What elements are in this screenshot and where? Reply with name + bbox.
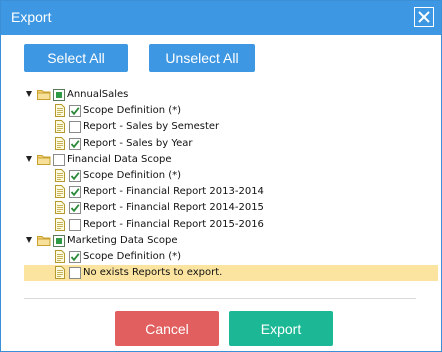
expand-toggle-icon[interactable]: [26, 237, 32, 243]
footer-divider: [24, 298, 416, 299]
document-icon: [55, 218, 65, 231]
tree-item-row[interactable]: Scope Definition (*): [24, 103, 438, 119]
tree-node-label: Marketing Data Scope: [67, 235, 178, 246]
checkmark-icon: [70, 253, 80, 262]
tree-node-label: Report - Financial Report 2013-2014: [83, 186, 264, 197]
tree-checkbox[interactable]: [69, 251, 81, 263]
expand-toggle-icon[interactable]: [26, 91, 32, 97]
title-bar: Export: [1, 1, 441, 35]
tree-node-label: Scope Definition (*): [83, 170, 182, 181]
tree-checkbox[interactable]: [69, 186, 81, 198]
tree-node-label: No exists Reports to export.: [83, 267, 223, 278]
document-icon: [55, 266, 65, 279]
tree-checkbox[interactable]: [69, 105, 81, 117]
export-dialog: Export Select All Unselect All AnnualSal…: [0, 0, 442, 352]
tree-checkbox[interactable]: [69, 267, 81, 279]
tree-item-row[interactable]: No exists Reports to export.: [24, 265, 438, 281]
tree-checkbox[interactable]: [69, 202, 81, 214]
document-icon: [55, 201, 65, 214]
checkmark-icon: [70, 172, 80, 181]
expand-toggle-icon[interactable]: [26, 156, 32, 162]
dialog-title: Export: [11, 9, 52, 25]
tree-node-label: Report - Sales by Year: [83, 138, 193, 149]
tree-group-row[interactable]: Marketing Data Scope: [24, 233, 438, 249]
close-button[interactable]: [414, 7, 434, 27]
tree-checkbox[interactable]: [69, 121, 81, 133]
folder-icon: [37, 154, 51, 165]
document-icon: [55, 169, 65, 182]
document-icon: [55, 137, 65, 150]
tree-checkbox[interactable]: [69, 219, 81, 231]
folder-icon: [37, 89, 51, 100]
document-icon: [55, 250, 65, 263]
tree-checkbox[interactable]: [69, 138, 81, 150]
folder-icon: [37, 235, 51, 246]
document-icon: [55, 104, 65, 117]
tree-item-row[interactable]: Report - Financial Report 2014-2015: [24, 200, 438, 216]
tree-group-row[interactable]: AnnualSales: [24, 87, 438, 103]
tree-item-row[interactable]: Scope Definition (*): [24, 249, 438, 265]
tree-node-label: Report - Sales by Semester: [83, 121, 220, 132]
checkmark-icon: [70, 204, 80, 213]
tree-node-label: Financial Data Scope: [67, 154, 172, 165]
tree-item-row[interactable]: Report - Sales by Year: [24, 136, 438, 152]
close-icon: [418, 11, 430, 23]
tree-item-row[interactable]: Report - Financial Report 2015-2016: [24, 217, 438, 233]
tree-node-label: Report - Financial Report 2014-2015: [83, 202, 264, 213]
partial-check-icon: [56, 92, 62, 98]
tree-checkbox[interactable]: [53, 235, 65, 247]
partial-check-icon: [56, 238, 62, 244]
document-icon: [55, 120, 65, 133]
tree-item-row[interactable]: Report - Financial Report 2013-2014: [24, 184, 438, 200]
tree-node-label: Report - Financial Report 2015-2016: [83, 219, 264, 230]
checkmark-icon: [70, 140, 80, 149]
unselect-all-button[interactable]: Unselect All: [149, 44, 255, 72]
select-all-button[interactable]: Select All: [24, 44, 128, 72]
tree-node-label: Scope Definition (*): [83, 105, 182, 116]
tree-item-row[interactable]: Scope Definition (*): [24, 168, 438, 184]
checkmark-icon: [70, 188, 80, 197]
cancel-button[interactable]: Cancel: [115, 311, 219, 346]
tree-checkbox[interactable]: [53, 89, 65, 101]
tree-node-label: Scope Definition (*): [83, 251, 182, 262]
document-icon: [55, 185, 65, 198]
report-tree: AnnualSales Scope Definition (*) Report - …: [24, 87, 439, 299]
tree-checkbox[interactable]: [53, 154, 65, 166]
tree-item-row[interactable]: Report - Sales by Semester: [24, 119, 438, 135]
tree-group-row[interactable]: Financial Data Scope: [24, 152, 438, 168]
tree-node-label: AnnualSales: [67, 89, 129, 100]
checkmark-icon: [70, 107, 80, 116]
tree-checkbox[interactable]: [69, 170, 81, 182]
export-button[interactable]: Export: [229, 311, 333, 346]
